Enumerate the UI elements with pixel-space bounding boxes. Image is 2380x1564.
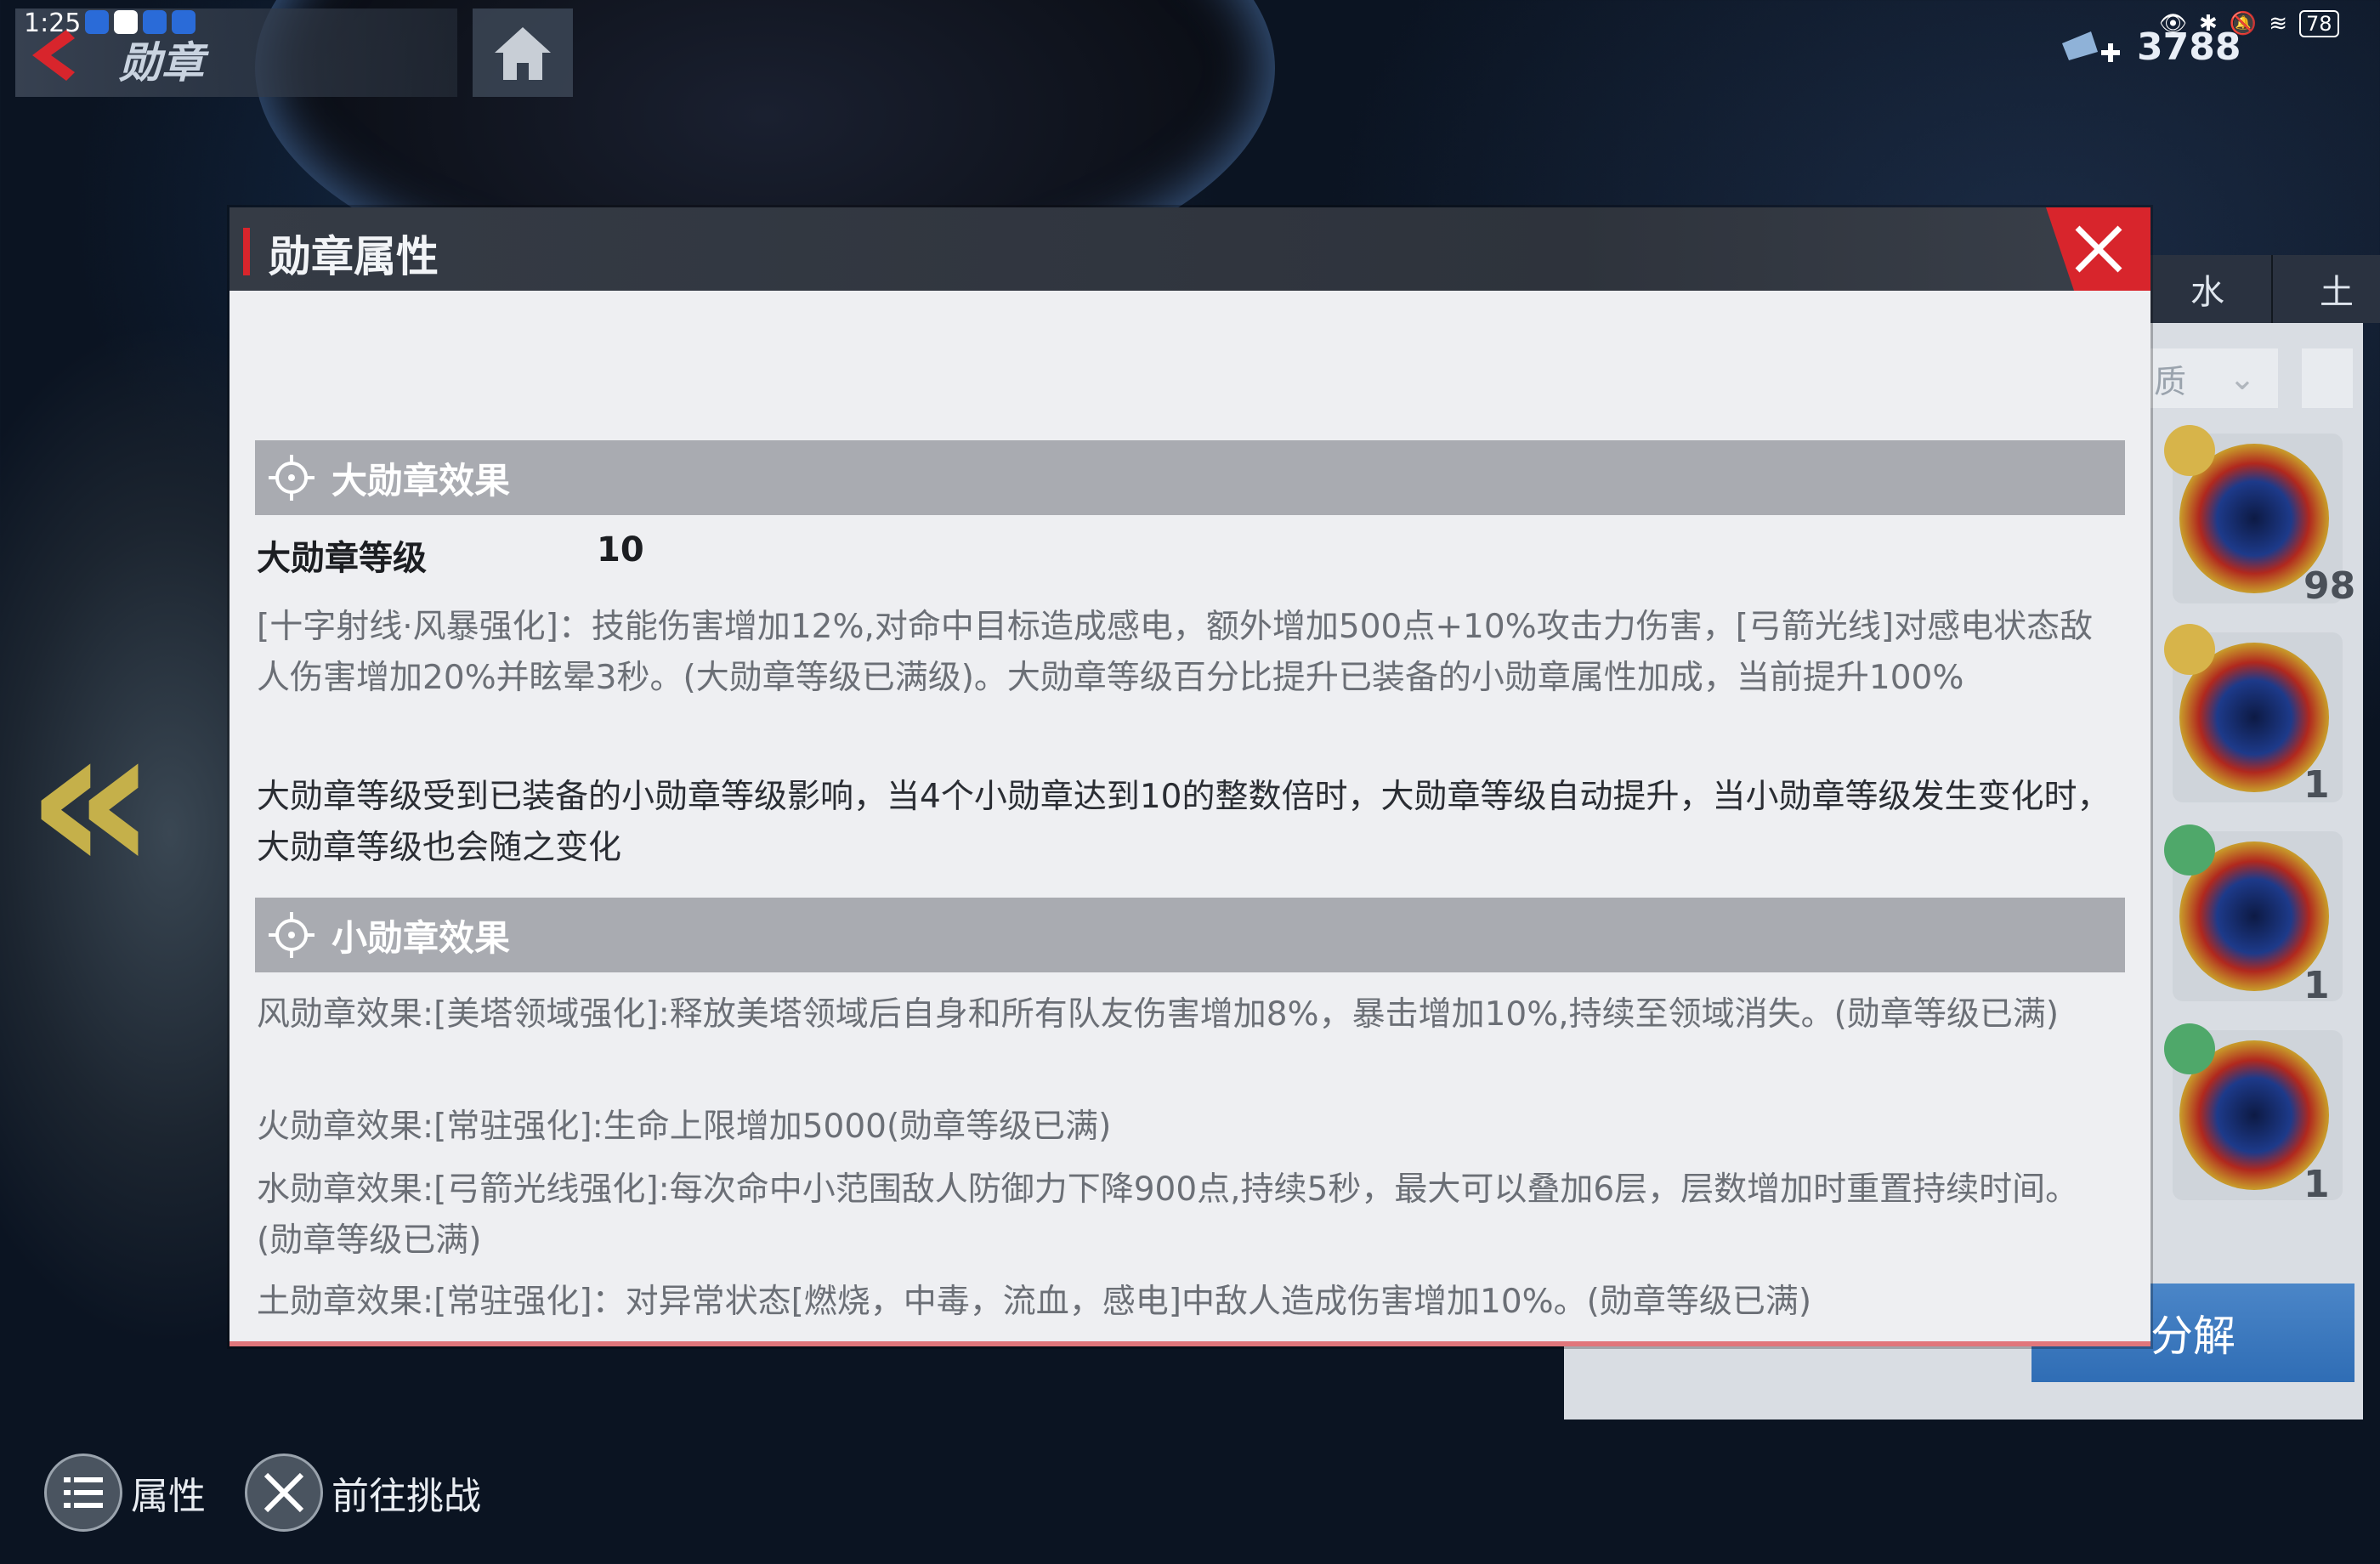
section-title: 大勋章效果 (332, 459, 511, 502)
section-title: 小勋章效果 (332, 916, 511, 959)
energy-plus-icon[interactable] (2057, 26, 2125, 69)
status-time: 1:25 (24, 8, 82, 38)
challenge-label: 前往挑战 (332, 1475, 481, 1518)
dialog-header: 勋章属性 (230, 207, 2150, 291)
small-medal-section-header: 小勋章效果 (255, 898, 2125, 972)
big-medal-section-header: 大勋章效果 (255, 440, 2125, 515)
medal-element-icon (2164, 824, 2215, 876)
sort-order-button[interactable] (2302, 348, 2353, 408)
battery-indicator: 78 (2298, 10, 2339, 37)
tab-earth[interactable]: 土 (2271, 255, 2380, 323)
eye-icon: 👁 (2159, 11, 2188, 37)
crossed-swords-icon (245, 1454, 323, 1532)
close-icon (2075, 225, 2122, 273)
dialog-bottom-accent (230, 1341, 2150, 1346)
medal-count: 1 (2304, 1163, 2330, 1206)
medal-count: 1 (2304, 964, 2330, 1007)
target-icon (269, 912, 314, 958)
medal-element-icon (2164, 624, 2215, 675)
status-notification-icons (85, 10, 196, 34)
element-tabs: 水 土 (2142, 255, 2380, 323)
wind-medal-effect: 风勋章效果:[美塔领域强化]:释放美塔领域后自身和所有队友伤害增加8%，暴击增加… (257, 995, 2060, 1034)
wifi-icon: ≋ (2269, 11, 2287, 37)
sort-dropdown[interactable]: 质 ⌄ (2142, 348, 2278, 408)
challenge-button[interactable]: 前往挑战 (245, 1454, 481, 1532)
close-button[interactable] (2046, 207, 2150, 291)
home-icon (495, 27, 551, 80)
medal-element-icon (2164, 1023, 2215, 1074)
header-accent (243, 228, 250, 275)
water-medal-effect: 水勋章效果:[弓箭光线强化]:每次命中小范围敌人防御力下降900点,持续5秒，最… (257, 1170, 2079, 1260)
bluetooth-icon: ✱ (2199, 11, 2218, 37)
medal-count: 98 (2304, 564, 2356, 608)
system-status-icons: 👁 ✱ 🔕 ≋ 78 (2159, 10, 2339, 37)
collapse-arrow-icon[interactable]: « (26, 697, 157, 901)
big-medal-effect-text: [十字射线·风暴强化]：技能伤害增加12%,对命中目标造成感电，额外增加500点… (257, 608, 2094, 697)
list-icon (44, 1454, 122, 1532)
mute-icon: 🔕 (2229, 11, 2258, 37)
big-medal-rule-text: 大勋章等级受到已装备的小勋章等级影响，当4个小勋章达到10的整数倍时，大勋章等级… (257, 778, 2111, 867)
chevron-down-icon: ⌄ (2229, 360, 2256, 397)
page-title: 勋章 (119, 38, 204, 88)
earth-medal-effect: 土勋章效果:[常驻强化]：对异常状态[燃烧，中毒，流血，感电]中敌人造成伤害增加… (257, 1283, 1812, 1321)
fire-medal-effect: 火勋章效果:[常驻强化]:生命上限增加5000(勋章等级已满) (257, 1108, 1112, 1146)
attributes-button[interactable]: 属性 (44, 1454, 206, 1532)
medal-element-icon (2164, 425, 2215, 476)
tab-water[interactable]: 水 (2142, 255, 2271, 323)
dialog-title: 勋章属性 (269, 232, 439, 281)
home-button[interactable] (473, 8, 573, 97)
medal-attributes-dialog: 勋章属性 大勋章效果 大勋章等级 10 [十字射线·风暴强化]：技能伤害增加12… (230, 207, 2150, 1346)
big-medal-level-label: 大勋章等级 (257, 539, 427, 578)
big-medal-level-value: 10 (597, 530, 644, 570)
medal-count: 1 (2304, 763, 2330, 807)
target-icon (269, 455, 314, 501)
sort-dropdown-label: 质 (2154, 362, 2187, 400)
attributes-label: 属性 (131, 1475, 206, 1518)
